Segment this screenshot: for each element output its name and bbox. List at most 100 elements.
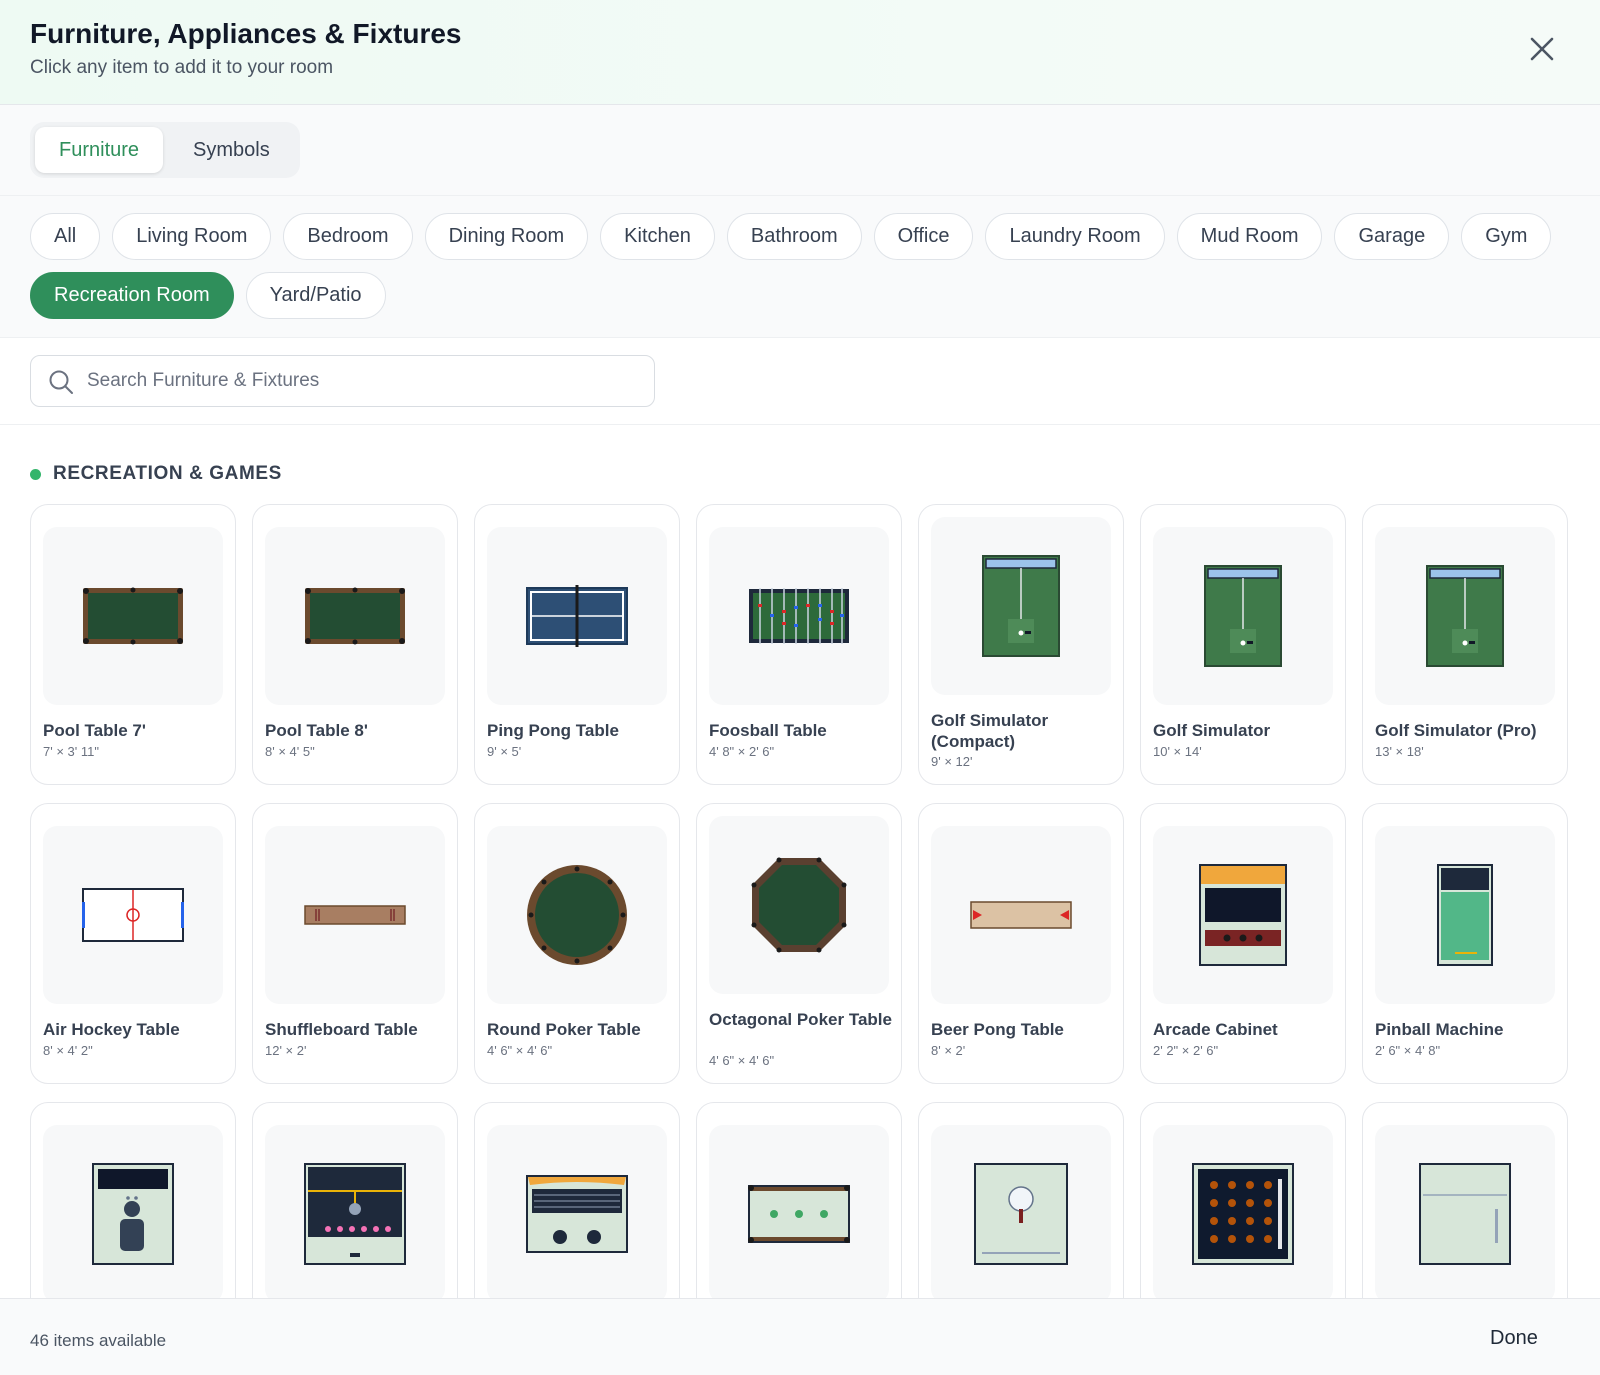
item-name: Pool Table 7' [43, 721, 146, 740]
item-thumbnail [1375, 826, 1555, 1004]
category-chip-living-room[interactable]: Living Room [112, 213, 272, 260]
item-thumbnail [1153, 527, 1333, 705]
item-thumbnail [487, 1125, 667, 1298]
item-card[interactable]: Golf Simulator 10' × 14' [1140, 504, 1346, 785]
jukebox-icon [526, 1175, 628, 1253]
item-card[interactable] [1140, 1102, 1346, 1298]
item-card[interactable]: Air Hockey Table 8' × 4' 2" [30, 803, 236, 1084]
pool-table-icon [304, 587, 406, 645]
item-card[interactable]: Pool Table 7' 7' × 3' 11" [30, 504, 236, 785]
item-card[interactable]: Ping Pong Table 9' × 5' [474, 504, 680, 785]
item-thumbnail [931, 826, 1111, 1004]
modal-title: Furniture, Appliances & Fixtures [30, 18, 462, 49]
item-name: Golf Simulator (Compact) [931, 711, 1049, 751]
item-name: Foosball Table [709, 721, 827, 740]
item-thumbnail [265, 1125, 445, 1298]
putting-green-icon [974, 1163, 1068, 1265]
tab-furniture[interactable]: Furniture [35, 127, 164, 173]
item-dimensions: 4' 6" × 4' 6" [487, 1043, 553, 1058]
item-name: Round Poker Table [487, 1020, 641, 1039]
item-dimensions: 8' × 2' [931, 1043, 966, 1058]
search-input[interactable] [87, 362, 642, 400]
item-card[interactable]: Arcade Cabinet 2' 2" × 2' 6" [1140, 803, 1346, 1084]
category-chip-yard-patio[interactable]: Yard/Patio [245, 272, 386, 319]
dartboard-cabinet-icon [1192, 1163, 1294, 1265]
category-chip-kitchen[interactable]: Kitchen [600, 213, 715, 260]
item-name: Pinball Machine [1375, 1020, 1504, 1039]
item-card[interactable] [252, 1102, 458, 1298]
beer-pong-table-icon [970, 901, 1072, 929]
item-thumbnail [1375, 527, 1555, 705]
category-chip-gym[interactable]: Gym [1461, 213, 1552, 260]
done-button[interactable]: Done [1484, 1325, 1544, 1352]
bumper-pool-table-icon [748, 1185, 850, 1243]
item-thumbnail [709, 816, 889, 994]
item-card[interactable] [474, 1102, 680, 1298]
modal-header: Furniture, Appliances & Fixtures Click a… [0, 0, 1600, 105]
item-card[interactable]: Round Poker Table 4' 6" × 4' 6" [474, 803, 680, 1084]
category-chip-dining-room[interactable]: Dining Room [424, 213, 589, 260]
item-count: 46 items available [30, 1331, 167, 1350]
category-chip-list: All Living Room Bedroom Dining Room Kitchen B… [30, 213, 1575, 319]
item-dimensions: 8' × 4' 5" [265, 744, 315, 759]
item-card[interactable]: Golf Simulator (Compact) 9' × 12' [918, 504, 1124, 785]
category-chip-office[interactable]: Office [873, 213, 974, 260]
item-dimensions: 9' × 5' [487, 744, 522, 759]
item-card[interactable]: Pinball Machine 2' 6" × 4' 8" [1362, 803, 1568, 1084]
air-hockey-table-icon [82, 888, 184, 942]
item-card[interactable]: Beer Pong Table 8' × 2' [918, 803, 1124, 1084]
category-chip-mud-room[interactable]: Mud Room [1176, 213, 1323, 260]
item-card[interactable]: Foosball Table 4' 8" × 2' 6" [696, 504, 902, 785]
item-name: Golf Simulator (Pro) [1375, 721, 1537, 740]
item-card[interactable]: Octagonal Poker Table 4' 6" × 4' 6" [696, 803, 902, 1084]
golf-simulator-icon [1426, 565, 1504, 667]
item-card[interactable] [918, 1102, 1124, 1298]
item-thumbnail [43, 527, 223, 705]
pool-table-icon [82, 587, 184, 645]
shuffleboard-table-icon [304, 905, 406, 925]
item-thumbnail [265, 527, 445, 705]
item-card[interactable]: Pool Table 8' 8' × 4' 5" [252, 504, 458, 785]
item-thumbnail [931, 1125, 1111, 1298]
ping-pong-table-icon [526, 585, 628, 647]
furniture-modal: Furniture, Appliances & Fixtures Click a… [0, 0, 1600, 1375]
tab-symbols[interactable]: Symbols [169, 127, 294, 173]
item-card[interactable]: Shuffleboard Table 12' × 2' [252, 803, 458, 1084]
item-thumbnail [709, 527, 889, 705]
item-name: Golf Simulator [1153, 721, 1271, 740]
item-card[interactable] [1362, 1102, 1568, 1298]
category-chip-bathroom[interactable]: Bathroom [726, 213, 862, 260]
item-thumbnail [1153, 1125, 1333, 1298]
item-card[interactable]: Golf Simulator (Pro) 13' × 18' [1362, 504, 1568, 785]
category-chip-garage[interactable]: Garage [1334, 213, 1450, 260]
item-dimensions: 12' × 2' [265, 1043, 307, 1058]
skee-ball-icon [304, 1163, 406, 1265]
arcade-cabinet-icon [1199, 864, 1287, 966]
item-dimensions: 13' × 18' [1375, 744, 1424, 759]
modal-footer: 46 items available Done [0, 1298, 1600, 1375]
search-box [30, 355, 655, 407]
golf-simulator-icon [1204, 565, 1282, 667]
item-name: Ping Pong Table [487, 721, 619, 740]
card-table-icon [1419, 1163, 1511, 1265]
pinball-machine-icon [1437, 864, 1493, 966]
item-list: RECREATION & GAMES Pool Table 7' 7' × 3' … [0, 425, 1600, 1298]
item-thumbnail [487, 527, 667, 705]
golf-simulator-icon [982, 555, 1060, 657]
item-name: Arcade Cabinet [1153, 1020, 1278, 1039]
section-header: RECREATION & GAMES [30, 463, 282, 485]
section-label: RECREATION & GAMES [53, 463, 282, 484]
item-card[interactable] [30, 1102, 236, 1298]
category-chip-laundry-room[interactable]: Laundry Room [985, 213, 1165, 260]
item-name: Shuffleboard Table [265, 1020, 418, 1039]
item-thumbnail [1375, 1125, 1555, 1298]
category-chip-recreation-room[interactable]: Recreation Room [30, 272, 234, 319]
item-dimensions: 2' 6" × 4' 8" [1375, 1043, 1441, 1058]
item-card[interactable] [696, 1102, 902, 1298]
category-chip-bedroom[interactable]: Bedroom [283, 213, 413, 260]
close-button[interactable] [1525, 32, 1559, 66]
tab-bar: Furniture Symbols [0, 105, 1600, 196]
category-chip-all[interactable]: All [30, 213, 101, 260]
item-thumbnail [43, 1125, 223, 1298]
item-thumbnail [1153, 826, 1333, 1004]
